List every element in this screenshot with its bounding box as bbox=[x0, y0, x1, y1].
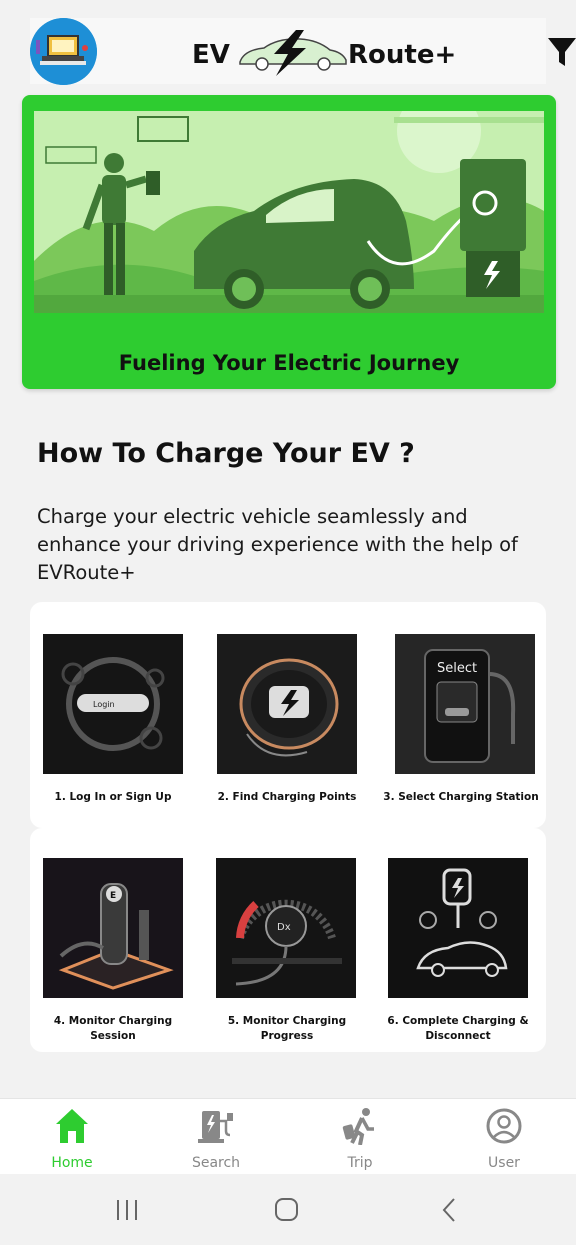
nav-trip[interactable]: Trip bbox=[310, 1099, 410, 1175]
step-1-label: 1. Log In or Sign Up bbox=[54, 791, 172, 803]
walking-person-icon bbox=[342, 1108, 374, 1145]
step-5-label: 5. Monitor Charging Progress bbox=[227, 1015, 347, 1042]
monitor-session-illustration: E bbox=[43, 858, 183, 998]
hero-banner: Fueling Your Electric Journey bbox=[22, 95, 556, 389]
login-illustration: Login bbox=[43, 634, 183, 774]
step-6-image[interactable] bbox=[388, 858, 528, 998]
user-circle-icon bbox=[486, 1108, 522, 1144]
progress-image-text: Dx bbox=[277, 922, 291, 933]
recent-apps-icon[interactable] bbox=[112, 1196, 142, 1224]
select-station-illustration: Select bbox=[395, 634, 535, 774]
step-4-image[interactable]: E bbox=[43, 858, 183, 998]
step-1-image[interactable]: Login bbox=[43, 634, 183, 774]
app-logo: EV Route+ bbox=[190, 26, 460, 78]
bottom-navigation: Home Search Trip User bbox=[0, 1098, 576, 1174]
login-image-text: Login bbox=[93, 700, 115, 709]
avatar[interactable] bbox=[30, 18, 97, 85]
car-bolt-logo-icon bbox=[239, 30, 347, 76]
app-header: EV Route+ bbox=[30, 18, 546, 85]
step-2-label: 2. Find Charging Points bbox=[217, 791, 357, 803]
select-image-text: Select bbox=[437, 661, 477, 676]
logo-text-ev: EV bbox=[192, 40, 230, 70]
nav-search[interactable]: Search bbox=[166, 1099, 266, 1175]
laptop-avatar-icon bbox=[30, 18, 97, 85]
step-6-label: 6. Complete Charging & Disconnect bbox=[387, 1015, 529, 1042]
charging-progress-illustration: Dx bbox=[216, 858, 356, 998]
charging-station-icon bbox=[198, 1111, 233, 1143]
nav-home[interactable]: Home bbox=[22, 1099, 122, 1175]
step-3-image[interactable]: Select bbox=[395, 634, 535, 774]
step-5-image[interactable]: Dx bbox=[216, 858, 356, 998]
session-image-text: E bbox=[110, 891, 116, 901]
home-icon bbox=[56, 1109, 88, 1143]
steps-card: Login 1. Log In or Sign Up 2. Find Charg… bbox=[30, 602, 546, 828]
find-charging-points-illustration bbox=[217, 634, 357, 774]
steps-card-2: E 4. Monitor Charging Session Dx 5. Moni… bbox=[30, 828, 546, 1052]
complete-disconnect-illustration bbox=[388, 858, 528, 998]
logo-text-route: Route+ bbox=[348, 40, 457, 70]
nav-user[interactable]: User bbox=[454, 1099, 554, 1175]
filter-icon[interactable] bbox=[548, 36, 576, 68]
step-2-image[interactable] bbox=[217, 634, 357, 774]
ev-charging-illustration bbox=[34, 111, 544, 313]
hero-caption: Fueling Your Electric Journey bbox=[118, 351, 460, 375]
nav-home-label: Home bbox=[51, 1155, 93, 1171]
home-circle-icon[interactable] bbox=[272, 1196, 302, 1224]
nav-search-label: Search bbox=[191, 1155, 241, 1171]
system-navigation-bar bbox=[0, 1174, 576, 1245]
step-4-label: 4. Monitor Charging Session bbox=[53, 1015, 173, 1042]
section-title: How To Charge Your EV ? bbox=[37, 438, 415, 469]
nav-trip-label: Trip bbox=[347, 1155, 373, 1171]
step-3-label: 3. Select Charging Station bbox=[383, 791, 539, 803]
nav-user-label: User bbox=[488, 1155, 520, 1171]
section-description: Charge your electric vehicle seamlessly … bbox=[37, 505, 518, 584]
back-icon[interactable] bbox=[436, 1196, 466, 1224]
